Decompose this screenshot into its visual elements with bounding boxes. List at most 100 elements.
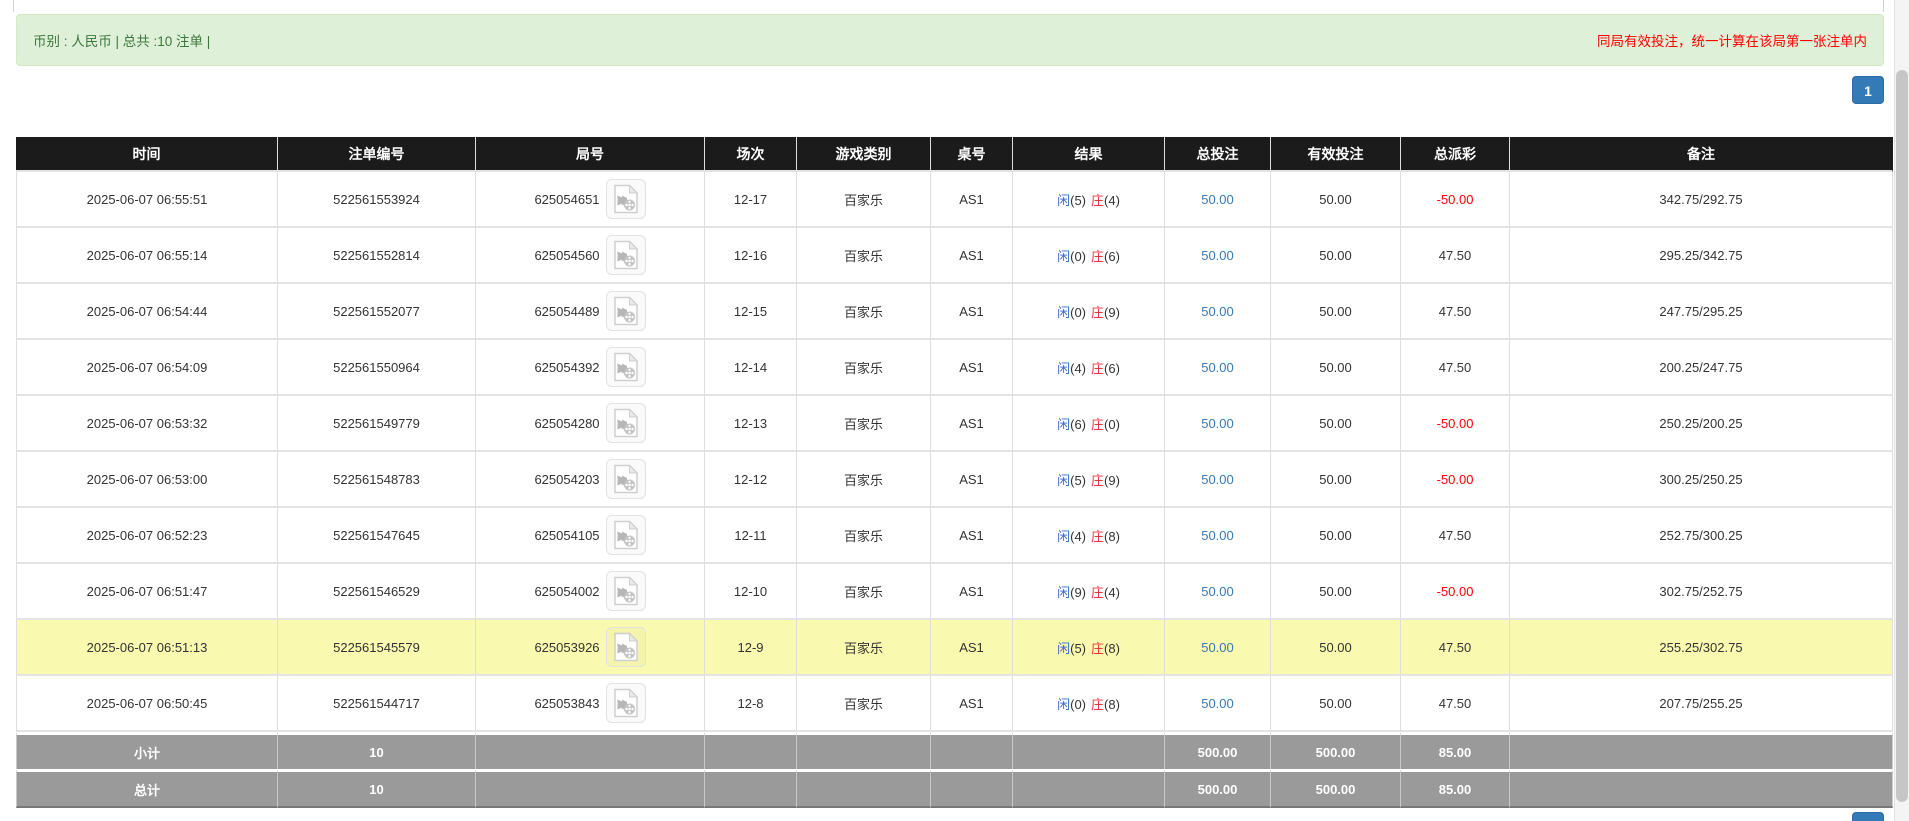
video-replay-button[interactable] <box>606 235 646 275</box>
cell-session: 12-14 <box>705 340 797 396</box>
cell-game-type: 百家乐 <box>797 508 931 564</box>
table-row: 2025-06-07 06:50:45 522561544717 6250538… <box>16 676 1893 732</box>
cell-remark: 342.75/292.75 <box>1510 172 1893 228</box>
result-banker-label: 庄 <box>1091 417 1104 432</box>
table-row: 2025-06-07 06:54:09 522561550964 6250543… <box>16 340 1893 396</box>
total-bet-link[interactable]: 50.00 <box>1201 248 1234 263</box>
result-player-label: 闲 <box>1057 585 1070 600</box>
video-replay-button[interactable] <box>606 347 646 387</box>
column-header-2: 注单编号 <box>278 137 476 172</box>
cell-valid-bet: 50.00 <box>1271 676 1401 732</box>
video-replay-button[interactable] <box>606 459 646 499</box>
total-bet-link[interactable]: 50.00 <box>1201 640 1234 655</box>
video-replay-button[interactable] <box>606 179 646 219</box>
cell-bet-id: 522561552077 <box>278 284 476 340</box>
total-bet-link[interactable]: 50.00 <box>1201 584 1234 599</box>
column-header-10: 总派彩 <box>1401 137 1510 172</box>
total-bet-link[interactable]: 50.00 <box>1201 304 1234 319</box>
film-document-icon <box>613 352 639 382</box>
round-number: 625054489 <box>534 304 599 319</box>
cell-payout: 47.50 <box>1401 340 1510 396</box>
cell-remark: 247.75/295.25 <box>1510 284 1893 340</box>
cell-time: 2025-06-07 06:54:44 <box>16 284 278 340</box>
video-replay-button[interactable] <box>606 571 646 611</box>
header-row: 时间注单编号局号场次游戏类别桌号结果总投注有效投注总派彩备注 <box>16 137 1893 172</box>
footer-cell-empty <box>476 769 705 808</box>
cell-payout: -50.00 <box>1401 396 1510 452</box>
cell-result: 闲(4)庄(6) <box>1013 340 1165 396</box>
cell-payout: 47.50 <box>1401 620 1510 676</box>
subtotal-row: 小计10500.00500.0085.00 <box>16 732 1893 769</box>
round-number: 625053926 <box>534 640 599 655</box>
currency-summary-text: 币别 : 人民币 | 总共 :10 注单 | <box>33 30 210 50</box>
result-player-label: 闲 <box>1057 697 1070 712</box>
total-bet-link[interactable]: 50.00 <box>1201 360 1234 375</box>
notice-text: 同局有效投注，统一计算在该局第一张注单内 <box>1597 30 1867 50</box>
total-bet-link[interactable]: 50.00 <box>1201 416 1234 431</box>
cell-table-no: AS1 <box>931 564 1013 620</box>
cell-total-bet: 50.00 <box>1165 620 1271 676</box>
cell-round: 625054203 <box>476 452 705 508</box>
result-player-label: 闲 <box>1057 473 1070 488</box>
cell-result: 闲(4)庄(8) <box>1013 508 1165 564</box>
page-button-1-bottom[interactable]: 1 <box>1852 812 1884 821</box>
result-banker-count: (6) <box>1104 361 1120 376</box>
cell-game-type: 百家乐 <box>797 396 931 452</box>
result-player-count: (5) <box>1070 193 1086 208</box>
column-header-1: 时间 <box>16 137 278 172</box>
page-button-1[interactable]: 1 <box>1852 76 1884 104</box>
video-replay-button[interactable] <box>606 403 646 443</box>
cell-session: 12-16 <box>705 228 797 284</box>
cell-total-bet: 50.00 <box>1165 228 1271 284</box>
footer-cell-count: 10 <box>278 769 476 808</box>
cell-table-no: AS1 <box>931 396 1013 452</box>
table-row: 2025-06-07 06:53:32 522561549779 6250542… <box>16 396 1893 452</box>
result-banker-count: (8) <box>1104 529 1120 544</box>
video-replay-button[interactable] <box>606 291 646 331</box>
video-replay-button[interactable] <box>606 683 646 723</box>
cell-total-bet: 50.00 <box>1165 172 1271 228</box>
result-player-count: (9) <box>1070 585 1086 600</box>
round-number: 625054560 <box>534 248 599 263</box>
column-header-4: 场次 <box>705 137 797 172</box>
result-player-count: (6) <box>1070 417 1086 432</box>
cell-table-no: AS1 <box>931 452 1013 508</box>
pagination-top: 1 <box>1852 76 1884 104</box>
table-body: 2025-06-07 06:55:51 522561553924 6250546… <box>16 172 1893 732</box>
column-header-6: 桌号 <box>931 137 1013 172</box>
table-row: 2025-06-07 06:53:00 522561548783 6250542… <box>16 452 1893 508</box>
total-bet-link[interactable]: 50.00 <box>1201 192 1234 207</box>
cell-session: 12-10 <box>705 564 797 620</box>
cell-game-type: 百家乐 <box>797 284 931 340</box>
scrollbar-thumb[interactable] <box>1896 70 1908 802</box>
column-header-7: 结果 <box>1013 137 1165 172</box>
cell-remark: 250.25/200.25 <box>1510 396 1893 452</box>
cell-time: 2025-06-07 06:50:45 <box>16 676 278 732</box>
cell-game-type: 百家乐 <box>797 172 931 228</box>
cell-game-type: 百家乐 <box>797 620 931 676</box>
cell-table-no: AS1 <box>931 620 1013 676</box>
round-number: 625053843 <box>534 696 599 711</box>
cell-game-type: 百家乐 <box>797 228 931 284</box>
cell-table-no: AS1 <box>931 508 1013 564</box>
cell-remark: 207.75/255.25 <box>1510 676 1893 732</box>
column-header-11: 备注 <box>1510 137 1893 172</box>
round-number: 625054203 <box>534 472 599 487</box>
total-bet-link[interactable]: 50.00 <box>1201 696 1234 711</box>
cell-time: 2025-06-07 06:55:14 <box>16 228 278 284</box>
cell-game-type: 百家乐 <box>797 676 931 732</box>
film-document-icon <box>613 688 639 718</box>
cell-bet-id: 522561547645 <box>278 508 476 564</box>
scrollbar[interactable] <box>1894 0 1909 821</box>
cell-result: 闲(9)庄(4) <box>1013 564 1165 620</box>
total-bet-link[interactable]: 50.00 <box>1201 472 1234 487</box>
table-row: 2025-06-07 06:55:14 522561552814 6250545… <box>16 228 1893 284</box>
cell-round: 625054280 <box>476 396 705 452</box>
cell-remark: 252.75/300.25 <box>1510 508 1893 564</box>
result-banker-label: 庄 <box>1091 193 1104 208</box>
cell-remark: 300.25/250.25 <box>1510 452 1893 508</box>
video-replay-button[interactable] <box>606 627 646 667</box>
video-replay-button[interactable] <box>606 515 646 555</box>
cell-time: 2025-06-07 06:53:32 <box>16 396 278 452</box>
total-bet-link[interactable]: 50.00 <box>1201 528 1234 543</box>
